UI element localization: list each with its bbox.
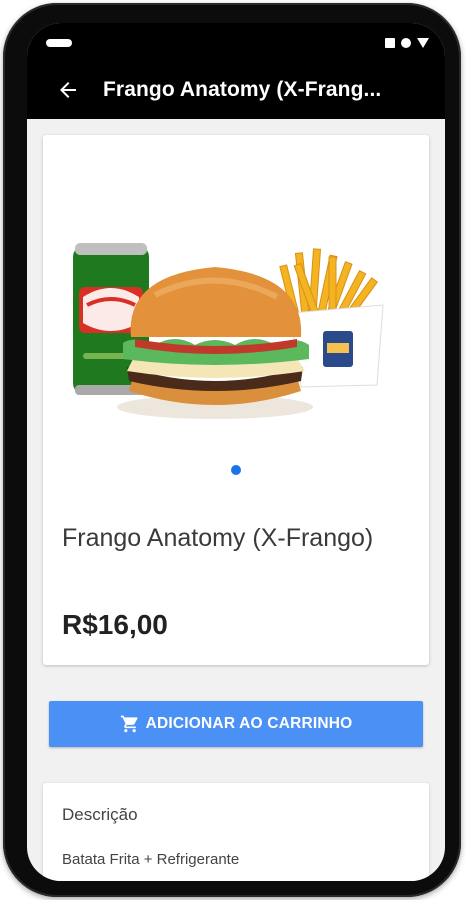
status-bar (27, 23, 445, 61)
notification-pill-icon (46, 39, 72, 47)
description-title: Descrição (62, 805, 138, 824)
system-icons (385, 36, 429, 50)
product-image[interactable] (65, 235, 405, 425)
cart-icon (120, 715, 138, 733)
signal-triangle-icon (417, 38, 429, 48)
carousel-dot[interactable] (231, 465, 241, 475)
app-screen: Frango Anatomy (X-Frang... Frango Anatom… (27, 23, 445, 881)
page-title: Frango Anatomy (X-Frang... (103, 78, 382, 101)
app-bar: Frango Anatomy (X-Frang... (27, 61, 445, 119)
back-button[interactable] (49, 71, 87, 109)
phone-frame: Frango Anatomy (X-Frang... Frango Anatom… (3, 3, 461, 897)
product-price: R$16,00 (62, 609, 168, 640)
product-card: Frango Anatomy (X-Frango) R$16,00 (43, 135, 429, 665)
add-to-cart-label: ADICIONAR AO CARRINHO (145, 715, 353, 732)
home-circle-icon (401, 38, 411, 48)
product-name: Frango Anatomy (X-Frango) (62, 524, 374, 552)
stop-square-icon (385, 38, 395, 48)
description-card: Descrição Batata Frita + Refrigerante (43, 783, 429, 881)
arrow-left-icon (60, 82, 76, 98)
add-to-cart-button[interactable]: ADICIONAR AO CARRINHO (49, 701, 423, 747)
description-text: Batata Frita + Refrigerante (62, 851, 240, 868)
